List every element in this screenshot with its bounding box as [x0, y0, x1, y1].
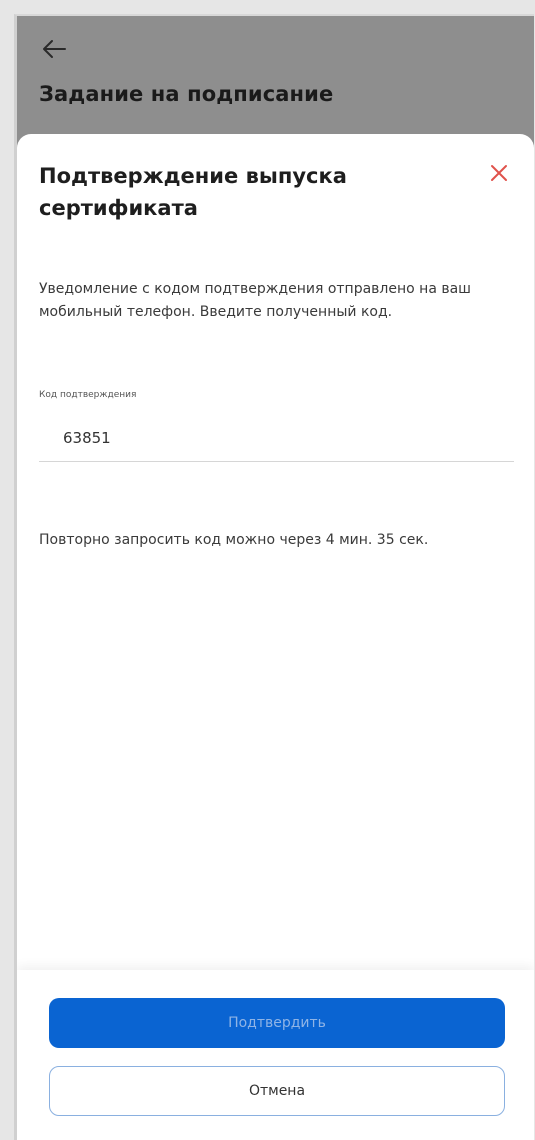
cancel-button[interactable]: Отмена	[49, 1066, 505, 1116]
sheet-title: Подтверждение выпуска сертификата	[39, 164, 347, 220]
page-title: Задание на подписание	[39, 82, 334, 106]
code-field-label: Код подтверждения	[39, 390, 137, 400]
action-footer: Подтвердить Отмена	[17, 970, 534, 1140]
resend-timer-text: Повторно запросить код можно через 4 мин…	[39, 532, 429, 548]
confirm-button[interactable]: Подтвердить	[49, 998, 505, 1048]
phone-screen: Задание на подписание Подтверждение выпу…	[14, 14, 534, 1140]
arrow-left-icon[interactable]	[41, 38, 67, 60]
confirmation-code-input[interactable]	[39, 414, 514, 462]
close-icon[interactable]	[488, 162, 510, 184]
confirmation-sheet: Подтверждение выпуска сертификата Уведом…	[17, 134, 534, 1140]
info-text: Уведомление с кодом подтверждения отправ…	[39, 281, 471, 320]
